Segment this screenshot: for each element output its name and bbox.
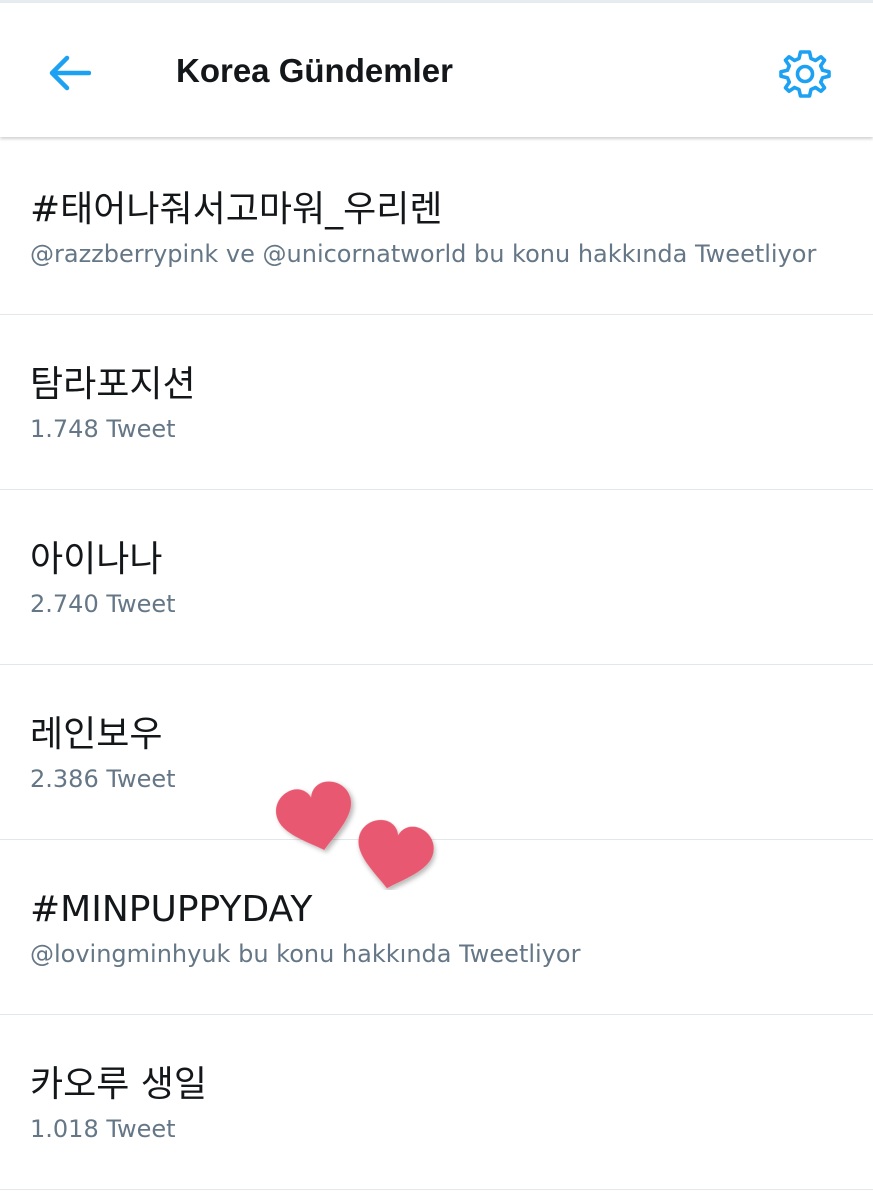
trend-name: 카오루 생일 [30,1064,208,1105]
trends-list: #태어나줘서고마워_우리렌 @razzberrypink ve @unicorn… [0,140,873,1190]
arrow-left-icon [49,55,91,91]
trend-item[interactable]: 탐라포지션 1.748 Tweet [0,315,873,490]
page-title: Korea Gündemler [176,52,453,89]
trend-name: #MINPUPPYDAY [30,889,313,930]
app-header: Korea Gündemler [0,3,873,137]
trend-meta: 1.748 Tweet [30,415,176,443]
trend-item[interactable]: 레인보우 2.386 Tweet [0,665,873,840]
trend-meta: 2.386 Tweet [30,765,176,793]
trend-meta: @razzberrypink ve @unicornatworld bu kon… [30,240,817,268]
trend-meta: 2.740 Tweet [30,590,176,618]
trend-meta: @lovingminhyuk bu konu hakkında Tweetliy… [30,940,581,968]
trend-item[interactable]: #태어나줘서고마워_우리렌 @razzberrypink ve @unicorn… [0,140,873,315]
trend-meta: 1.018 Tweet [30,1115,176,1143]
trend-name: #태어나줘서고마워_우리렌 [30,189,443,230]
settings-button[interactable] [772,41,838,107]
trend-name: 탐라포지션 [30,364,196,405]
gear-icon [779,50,831,98]
trend-item[interactable]: 카오루 생일 1.018 Tweet [0,1015,873,1190]
trend-name: 레인보우 [30,714,163,755]
trend-item[interactable]: 아이나나 2.740 Tweet [0,490,873,665]
back-button[interactable] [36,43,102,103]
trend-name: 아이나나 [30,539,163,580]
trend-item[interactable]: #MINPUPPYDAY @lovingminhyuk bu konu hakk… [0,840,873,1015]
